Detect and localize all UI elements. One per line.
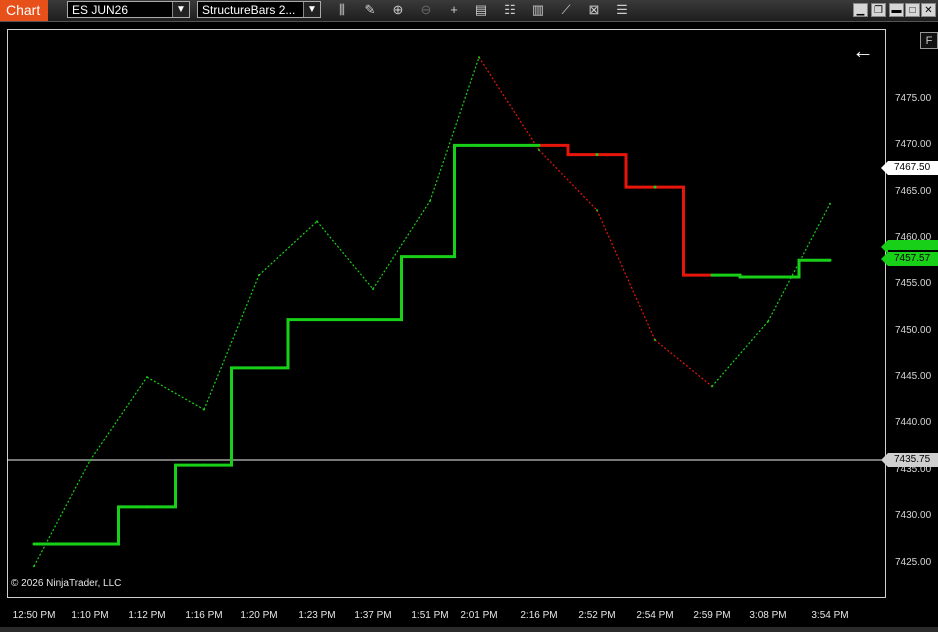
x-axis-tick-label: 1:51 PM <box>411 610 449 621</box>
close-button[interactable]: ✕ <box>921 3 936 17</box>
x-axis-tick-label: 12:50 PM <box>12 610 56 621</box>
x-axis-tick-label: 1:10 PM <box>71 610 109 621</box>
x-axis-tick-label: 1:20 PM <box>240 610 278 621</box>
y-axis-tick-label: 7425.00 <box>895 556 932 568</box>
zoom-out-icon[interactable]: ⊖ <box>418 2 434 18</box>
chevron-down-icon[interactable]: ▼ <box>303 2 320 17</box>
properties-icon[interactable]: ☷ <box>502 2 518 18</box>
x-axis-tick-label: 1:37 PM <box>354 610 392 621</box>
crosshair-icon[interactable]: + <box>446 2 462 18</box>
toolbar: Chart ES JUN26 ▼ StructureBars 2... ▼ ⫼ … <box>0 0 938 22</box>
bar-type-value: StructureBars 2... <box>202 3 296 17</box>
copyright-text: © 2026 NinjaTrader, LLC <box>11 578 122 589</box>
draw-icon[interactable]: ✎ <box>362 2 378 18</box>
minimize-all-button[interactable]: ▬ <box>889 3 904 17</box>
y-axis-tick-label: 7450.00 <box>895 324 932 336</box>
current-price-marker: 7457.57 <box>881 252 938 266</box>
templates-icon[interactable]: ⊠ <box>586 2 602 18</box>
x-axis-tick-label: 1:23 PM <box>298 610 336 621</box>
restore-button[interactable]: ❐ <box>871 3 886 17</box>
zoom-in-icon[interactable]: ⊕ <box>390 2 406 18</box>
series-marker <box>881 240 938 254</box>
y-axis-tick-label: 7430.00 <box>895 510 932 522</box>
chart-panel[interactable] <box>7 29 886 598</box>
strategies-icon[interactable]: ⟋ <box>558 2 574 18</box>
data-box-icon[interactable]: ▤ <box>473 2 489 18</box>
x-axis-tick-label: 1:16 PM <box>185 610 223 621</box>
y-axis-tick-label: 7475.00 <box>895 93 932 104</box>
x-axis-tick-label: 2:59 PM <box>693 610 731 621</box>
last-price-marker: 7467.50 <box>881 161 938 175</box>
y-axis-tick-label: 7470.00 <box>895 139 932 151</box>
y-axis-tick-label: 7445.00 <box>895 371 932 383</box>
minimize-button[interactable]: ▁ <box>853 3 868 17</box>
y-axis-tick-label: 7455.00 <box>895 278 932 290</box>
x-axis-tick-label: 2:52 PM <box>578 610 616 621</box>
bar-type-selector[interactable]: StructureBars 2... ▼ <box>197 1 321 18</box>
x-axis-tick-label: 2:01 PM <box>460 610 498 621</box>
level-price-marker: 7435.75 <box>881 453 938 467</box>
x-axis-tick-label: 3:08 PM <box>749 610 787 621</box>
chevron-down-icon[interactable]: ▼ <box>172 2 189 17</box>
x-axis-tick-label: 2:54 PM <box>636 610 674 621</box>
x-axis-tick-label: 2:16 PM <box>520 610 558 621</box>
x-axis-tick-label: 1:12 PM <box>128 610 166 621</box>
f-button[interactable]: F <box>920 32 938 49</box>
y-axis-tick-label: 7465.00 <box>895 185 932 197</box>
y-axis-tick-label: 7440.00 <box>895 417 932 429</box>
maximize-button[interactable]: □ <box>905 3 920 17</box>
back-arrow-icon[interactable]: ← <box>852 38 874 64</box>
instrument-selector[interactable]: ES JUN26 ▼ <box>67 1 190 18</box>
chart-tab[interactable]: Chart <box>0 0 48 21</box>
instrument-value: ES JUN26 <box>72 3 129 17</box>
bar-type-icon[interactable]: ⫼ <box>334 2 350 18</box>
indicators-icon[interactable]: ▥ <box>530 2 546 18</box>
more-icon[interactable]: ☰ <box>614 2 630 18</box>
horizontal-scrollbar[interactable] <box>0 627 938 632</box>
x-axis-tick-label: 3:54 PM <box>811 610 849 621</box>
